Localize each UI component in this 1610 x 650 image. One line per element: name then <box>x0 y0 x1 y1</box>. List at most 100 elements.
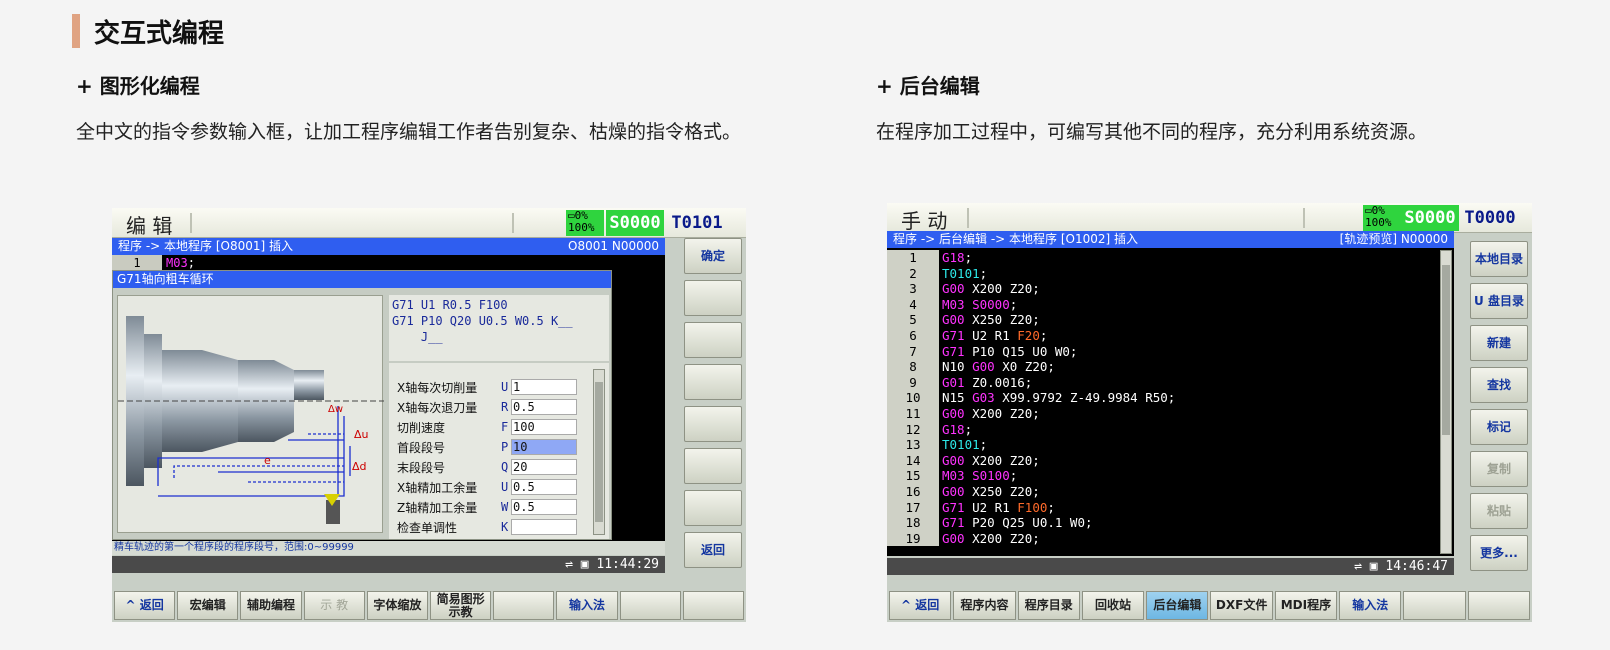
code-token: M03 S0100 <box>942 468 1010 484</box>
program-path-bar: 程序 -> 后台编辑 -> 本地程序 [O1002] 插入 [轨迹预览] N00… <box>887 231 1454 248</box>
param-input[interactable] <box>511 519 577 535</box>
code-line[interactable]: 12 G18; <box>887 421 1439 438</box>
line-number: 1 <box>887 250 939 266</box>
code-line[interactable]: 13 T0101; <box>887 437 1439 453</box>
param-prefix: U <box>501 480 509 494</box>
softkey-back[interactable]: ^ 返回 <box>889 591 952 620</box>
param-input[interactable]: 20 <box>511 459 577 475</box>
code-line[interactable]: 18 G71 P20 Q25 U0.1 W0; <box>887 515 1439 531</box>
code-line[interactable]: 7 G71 P10 Q15 U0 W0; <box>887 343 1439 360</box>
softkey-macro-edit[interactable]: 宏编辑 <box>177 591 239 620</box>
program-number: O8001 N00000 <box>568 239 659 253</box>
code-line[interactable]: 1 G18; <box>887 250 1439 266</box>
code-line[interactable]: 17 G71 U2 R1 F100; <box>887 499 1439 516</box>
code-line[interactable]: 4 M03 S0000; <box>887 296 1439 313</box>
softkey-recycle-bin[interactable]: 回收站 <box>1081 591 1145 620</box>
param-prefix: Q <box>501 460 509 474</box>
side-button-find[interactable]: 查找 <box>1470 367 1528 403</box>
side-button-confirm[interactable]: 确定 <box>684 238 742 274</box>
softkey-program-dir[interactable]: 程序目录 <box>1017 591 1080 620</box>
side-button[interactable] <box>684 364 742 400</box>
code-line[interactable]: 11 G00 X200 Z20; <box>887 405 1439 422</box>
code-editor[interactable]: 1 G18; 2 T0101; 3 G00 X200 Z20; 4 M03 S0000; 5 G0… <box>887 248 1454 556</box>
softkey-simple-graphic-teach[interactable]: 简易图形示教 <box>430 591 492 620</box>
side-button-paste[interactable]: 粘贴 <box>1470 493 1528 529</box>
softkey-mdi-program[interactable]: MDI程序 <box>1274 591 1338 620</box>
softkey-dxf-file[interactable]: DXF文件 <box>1210 591 1273 620</box>
code-token: G03 <box>972 390 995 406</box>
param-row[interactable]: 首段段号 P 10 <box>397 437 577 457</box>
side-button[interactable] <box>684 406 742 442</box>
param-row[interactable]: 检查单调性 K <box>397 517 577 537</box>
side-button[interactable] <box>684 280 742 316</box>
softkey-aux-programming[interactable]: 辅助编程 <box>240 591 302 620</box>
code-line[interactable]: 8 N10 G00 X0 Z20; <box>887 359 1439 375</box>
softkey-program-content[interactable]: 程序内容 <box>953 591 1016 620</box>
scroll-thumb[interactable] <box>1442 265 1450 435</box>
side-button-new[interactable]: 新建 <box>1470 325 1528 361</box>
softkey-teach[interactable]: 示 教 <box>303 591 365 620</box>
side-button-usb-dir[interactable]: U 盘目录 <box>1470 283 1528 319</box>
form-scrollbar[interactable] <box>593 369 605 535</box>
code-line[interactable]: 5 G00 X250 Z20; <box>887 312 1439 328</box>
side-button[interactable] <box>684 322 742 358</box>
side-button[interactable] <box>684 490 742 526</box>
side-button-copy[interactable]: 复制 <box>1470 451 1528 487</box>
code-text: M03 <box>166 256 188 270</box>
code-token: G00 <box>942 281 965 297</box>
line-number: 6 <box>887 327 939 344</box>
softkey-empty[interactable] <box>682 591 745 620</box>
param-label: X轴每次切削量 <box>397 380 478 395</box>
code-token: X250 Z20; <box>964 312 1040 328</box>
param-input[interactable]: 0.5 <box>511 479 577 495</box>
param-row[interactable]: X轴每次退刀量 R 0.5 <box>397 397 577 417</box>
code-line[interactable]: 6 G71 U2 R1 F20; <box>887 327 1439 344</box>
side-button-mark[interactable]: 标记 <box>1470 409 1528 445</box>
side-button[interactable] <box>684 448 742 484</box>
code-line[interactable]: 15 M03 S0100; <box>887 468 1439 484</box>
hint-bar: 精车轨迹的第一个程序段的程序段号，范围:0~99999 <box>112 541 665 555</box>
param-row[interactable]: Z轴精加工余量 W 0.5 <box>397 497 577 517</box>
code-line[interactable]: 19 G00 X200 Z20; <box>887 530 1439 547</box>
softkey-background-edit[interactable]: 后台编辑 <box>1146 591 1209 620</box>
param-row[interactable]: 末段段号 Q 20 <box>397 457 577 477</box>
g71-code-line: G71 P10 Q20 U0.5 W0.5 K__ <box>392 314 573 328</box>
param-input[interactable]: 0.5 <box>511 399 577 415</box>
code-token: X200 Z20; <box>964 452 1040 468</box>
code-line[interactable]: 1 M03; <box>112 255 665 271</box>
code-line[interactable]: 14 G00 X200 Z20; <box>887 452 1439 469</box>
code-line[interactable]: 2 T0101; <box>887 265 1439 282</box>
softkey-empty[interactable] <box>1467 591 1530 620</box>
param-input[interactable]: 100 <box>511 419 577 435</box>
param-input[interactable]: 0.5 <box>511 499 577 515</box>
softkey-input-method[interactable]: 输入法 <box>1339 591 1402 620</box>
code-token: G71 <box>942 343 965 359</box>
code-token: X200 Z20; <box>964 405 1040 421</box>
scroll-thumb[interactable] <box>595 382 603 522</box>
param-row[interactable]: 切削速度 F 100 <box>397 417 577 437</box>
softkey-empty[interactable] <box>493 591 555 620</box>
softkey-back[interactable]: ^ 返回 <box>114 591 176 620</box>
code-line[interactable]: 9 G01 Z0.0016; <box>887 374 1439 391</box>
line-number: 16 <box>887 483 939 500</box>
code-line[interactable]: 3 G00 X200 Z20; <box>887 281 1439 297</box>
line-number: 11 <box>887 405 939 422</box>
code-scrollbar[interactable] <box>1440 250 1452 554</box>
softkey-empty[interactable] <box>1403 591 1466 620</box>
side-button-back[interactable]: 返回 <box>684 532 742 568</box>
side-button-more[interactable]: 更多... <box>1470 535 1528 571</box>
softkey-font-zoom[interactable]: 字体缩放 <box>366 591 429 620</box>
side-button-local-dir[interactable]: 本地目录 <box>1470 241 1528 277</box>
param-input[interactable]: 10 <box>511 439 577 455</box>
override-value: 100% <box>568 221 595 234</box>
code-line[interactable]: 16 G00 X250 Z20; <box>887 483 1439 500</box>
softkey-empty[interactable] <box>619 591 681 620</box>
program-path-bar: 程序 -> 本地程序 [O8001] 插入 O8001 N00000 <box>112 238 665 255</box>
code-line[interactable]: 10 N15 G03 X99.9792 Z-49.9984 R50; <box>887 390 1439 406</box>
param-row[interactable]: X轴精加工余量 U 0.5 <box>397 477 577 497</box>
param-input[interactable]: 1 <box>511 379 577 395</box>
param-row[interactable]: X轴每次切削量 U 1 <box>397 377 577 397</box>
load-indicator: ▭0% 100% <box>1363 205 1401 231</box>
softkey-input-method[interactable]: 输入法 <box>556 591 618 620</box>
line-number: 18 <box>887 515 939 531</box>
